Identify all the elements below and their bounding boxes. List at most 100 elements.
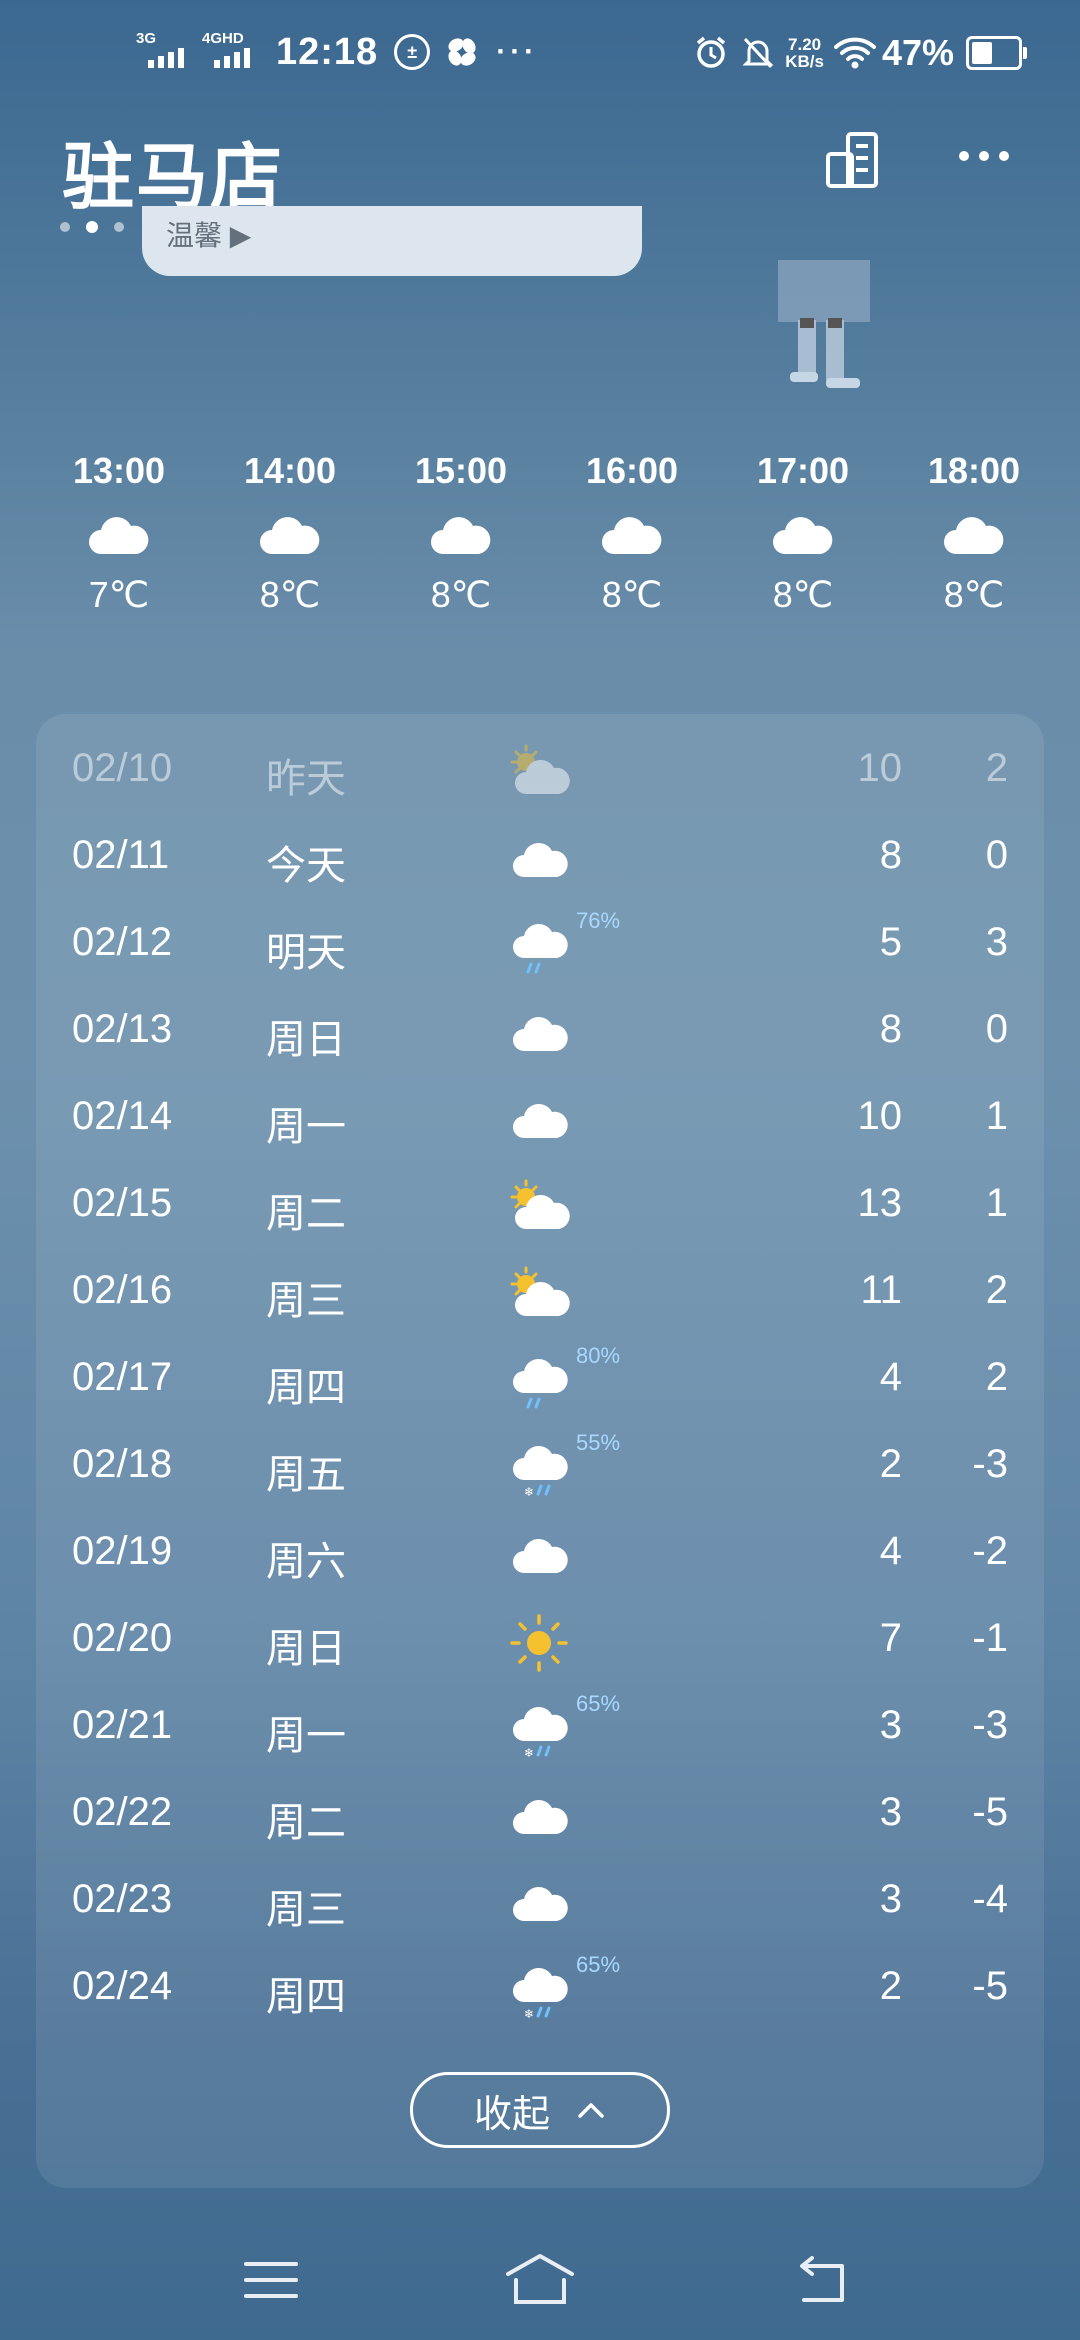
forecast-row: 02/14 周一 10 1: [36, 1076, 1044, 1162]
hour-temp: 8℃: [943, 574, 1005, 615]
precip-chance: 80%: [576, 1343, 621, 1368]
status-right: 7.20 KB/s 47%: [693, 32, 1027, 74]
signal-3g: 3G: [136, 30, 192, 74]
navigation-bar: [0, 2220, 1080, 2340]
low-temp: -3: [972, 1703, 1008, 1747]
back-icon[interactable]: [782, 2250, 862, 2310]
svg-text:❄: ❄: [524, 1746, 534, 1760]
wifi-icon: [833, 36, 876, 70]
hour-time: 18:00: [927, 450, 1021, 491]
low-temp: -5: [972, 1790, 1008, 1834]
hour-time: 17:00: [756, 450, 850, 491]
sleet-icon: ❄: [504, 1956, 574, 2026]
cloud-icon: [504, 825, 574, 895]
forecast-day: 今天: [266, 844, 346, 888]
high-temp: 11: [860, 1268, 902, 1312]
high-temp: 3: [879, 1790, 902, 1834]
home-icon[interactable]: [500, 2250, 580, 2310]
low-temp: -2: [972, 1529, 1008, 1573]
forecast-day: 周六: [266, 1540, 346, 1584]
more-notifications-icon: ···: [496, 35, 539, 68]
hour-item: 13:00 7℃: [39, 450, 199, 616]
mute-icon: [741, 35, 775, 71]
forecast-date: 02/14: [72, 1094, 173, 1138]
high-temp: 7: [879, 1616, 902, 1660]
precip-chance: 55%: [576, 1430, 621, 1455]
rain-icon: [504, 1347, 574, 1417]
hour-temp: 7℃: [88, 574, 150, 615]
forecast-day: 周三: [266, 1279, 346, 1323]
rain-icon: [504, 912, 574, 982]
forecast-day: 周四: [266, 1366, 346, 1410]
hour-item: 16:00 8℃: [552, 450, 712, 616]
hour-item: 17:00 8℃: [723, 450, 883, 616]
forecast-day: 周一: [266, 1714, 346, 1758]
collapse-button[interactable]: 收起: [410, 2072, 670, 2148]
sleet-icon: ❄: [504, 1434, 574, 1504]
hour-item: 18:00 8℃: [894, 450, 1054, 616]
collapse-label: 收起: [473, 2093, 550, 2136]
more-icon[interactable]: [954, 136, 1014, 181]
buildings-icon[interactable]: [820, 128, 884, 197]
forecast-day: 周日: [266, 1018, 346, 1062]
forecast-row: 02/20 周日 7 -1: [36, 1598, 1044, 1684]
forecast-row: 02/11 今天 8 0: [36, 815, 1044, 901]
low-temp: 0: [985, 833, 1008, 877]
status-bar: 3G 4GHD 12:18 ± ··· 7.20 KB/s 47%: [0, 0, 1080, 120]
hourly-forecast: 13:00 7℃ 14:00 8℃ 15:00 8℃ 16:00 8℃ 17:0…: [0, 450, 1080, 650]
hour-temp: 8℃: [430, 574, 492, 615]
signal-bars-icon: [148, 48, 184, 68]
forecast-row: 02/21 周一 ❄ 65% 3 -3: [36, 1685, 1044, 1771]
forecast-row: 02/19 周六 4 -2: [36, 1511, 1044, 1597]
hour-temp: 8℃: [772, 574, 834, 615]
cloud-icon: [258, 514, 322, 556]
cloud-icon: [504, 999, 574, 1069]
forecast-date: 02/19: [72, 1529, 173, 1573]
hour-time: 16:00: [585, 450, 679, 491]
partly-cloudy-icon: [504, 738, 574, 808]
forecast-date: 02/18: [72, 1442, 173, 1486]
cloud-icon: [942, 514, 1006, 556]
svg-text:❄: ❄: [524, 1485, 534, 1499]
chevron-up-icon: [576, 2100, 606, 2120]
forecast-row: 02/17 周四 80% 4 2: [36, 1337, 1044, 1423]
page-dot: [114, 222, 124, 232]
forecast-date: 02/10: [72, 746, 173, 790]
high-temp: 8: [879, 1007, 902, 1051]
notice-banner[interactable]: 温馨 ▶: [142, 206, 642, 276]
high-temp: 3: [879, 1877, 902, 1921]
low-temp: -3: [972, 1442, 1008, 1486]
high-temp: 13: [857, 1181, 903, 1225]
hour-temp: 8℃: [259, 574, 321, 615]
forecast-date: 02/20: [72, 1616, 173, 1660]
forecast-date: 02/24: [72, 1964, 173, 2008]
forecast-row: 02/10 昨天 10 2: [36, 728, 1044, 814]
forecast-row: 02/16 周三 11 2: [36, 1250, 1044, 1336]
high-temp: 4: [879, 1529, 902, 1573]
battery-percent: 47%: [881, 32, 954, 73]
forecast-day: 周四: [266, 1975, 346, 2019]
data-saver-icon: ±: [394, 34, 431, 70]
page-indicator: [60, 221, 124, 233]
forecast-row: 02/24 周四 ❄ 65% 2 -5: [36, 1946, 1044, 2032]
forecast-date: 02/12: [72, 920, 173, 964]
signal-4g: 4GHD: [202, 30, 258, 74]
forecast-row: 02/23 周三 3 -4: [36, 1859, 1044, 1945]
high-temp: 5: [879, 920, 902, 964]
high-temp: 8: [879, 833, 902, 877]
hour-temp: 8℃: [601, 574, 663, 615]
partly-cloudy-icon: [504, 1260, 574, 1330]
menu-icon[interactable]: [232, 2250, 312, 2310]
high-temp: 10: [857, 1094, 903, 1138]
cloud-icon: [87, 514, 151, 556]
fan-icon: [444, 34, 480, 70]
forecast-date: 02/21: [72, 1703, 173, 1747]
sleet-icon: ❄: [504, 1695, 574, 1765]
page-dot: [60, 222, 70, 232]
forecast-day: 明天: [266, 931, 346, 975]
high-temp: 2: [879, 1964, 902, 2008]
high-temp: 4: [879, 1355, 902, 1399]
forecast-date: 02/11: [72, 833, 170, 877]
low-temp: 2: [985, 1355, 1008, 1399]
forecast-date: 02/23: [72, 1877, 173, 1921]
